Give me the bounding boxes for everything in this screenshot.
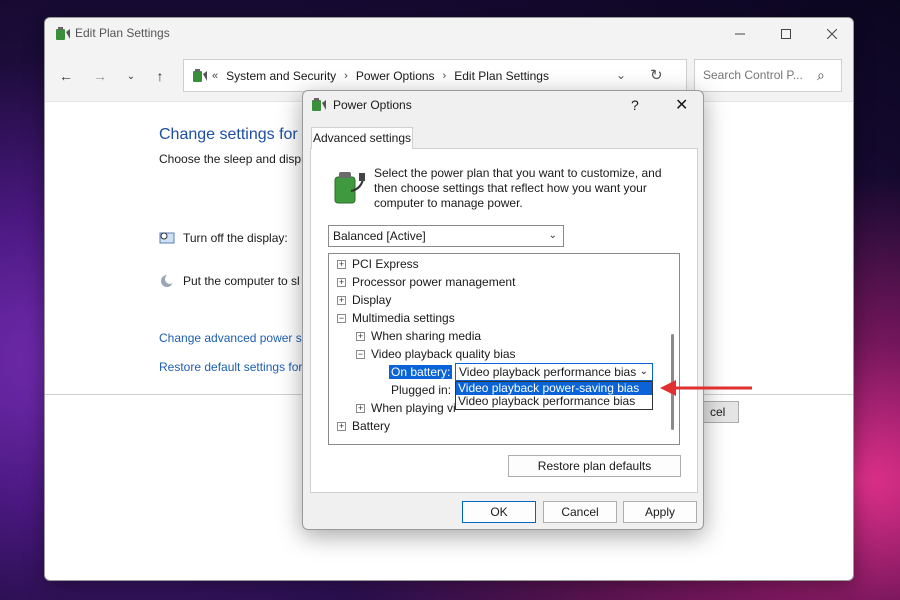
option-power-saving-bias[interactable]: Video playback power-saving bias — [456, 382, 652, 395]
option-performance-bias[interactable]: Video playback performance bias — [456, 395, 652, 408]
tree-item-sharing-media[interactable]: + When sharing media — [356, 328, 481, 344]
tree-item-multimedia[interactable]: − Multimedia settings — [337, 310, 455, 326]
expand-icon[interactable]: + — [337, 277, 346, 287]
page-title: Change settings for t — [159, 126, 307, 143]
search-icon[interactable]: ⌕ — [817, 67, 825, 84]
breadcrumb-edit-plan-settings[interactable]: Edit Plan Settings — [454, 69, 549, 83]
help-button[interactable]: ? — [631, 97, 639, 113]
window-title: Edit Plan Settings — [75, 26, 170, 40]
tree-label: When sharing media — [371, 329, 482, 343]
apply-button[interactable]: Apply — [623, 501, 697, 523]
search-box[interactable]: ⌕ — [694, 59, 842, 92]
chevron-down-icon: ⌄ — [639, 366, 648, 377]
search-input[interactable] — [703, 68, 815, 82]
moon-icon — [161, 274, 175, 287]
up-button[interactable]: ↑ — [148, 64, 172, 88]
tree-item-battery[interactable]: + Battery — [337, 418, 390, 434]
dialog-title: Power Options — [333, 98, 412, 112]
forward-button[interactable]: → — [88, 64, 112, 88]
plugged-in-label: Plugged in: — [391, 383, 452, 397]
plan-select[interactable]: Balanced [Active] ⌄ — [328, 225, 564, 247]
chevron-right-icon: › — [442, 70, 447, 82]
cancel-button[interactable]: Cancel — [543, 501, 617, 523]
title-bar: Edit Plan Settings — [45, 18, 853, 50]
minimize-button[interactable] — [717, 18, 763, 50]
tree-item-playing-video[interactable]: + When playing vi — [356, 400, 456, 416]
collapse-icon[interactable]: − — [356, 349, 365, 359]
power-options-dialog: Power Options ? ✕ Advanced settings Sele… — [302, 90, 704, 530]
power-options-icon — [56, 27, 70, 40]
expand-icon[interactable]: + — [356, 331, 365, 341]
expand-icon[interactable]: + — [356, 403, 365, 413]
on-battery-label: On battery: — [389, 365, 453, 379]
tab-advanced-settings[interactable]: Advanced settings — [311, 127, 413, 149]
page-subtitle: Choose the sleep and displ — [159, 152, 304, 166]
sleep-setting-row: Put the computer to sl — [159, 273, 300, 289]
tree-item-pci-express[interactable]: + PCI Express — [337, 256, 419, 272]
restore-defaults-link[interactable]: Restore default settings for — [159, 360, 302, 374]
chevron-right-icon: › — [344, 70, 348, 82]
tree-item-display[interactable]: + Display — [337, 292, 391, 308]
plan-select-value: Balanced [Active] — [333, 229, 426, 243]
arrow-up-icon: ↑ — [156, 68, 164, 84]
power-options-icon — [312, 98, 326, 111]
battery-plug-icon — [334, 172, 365, 204]
tree-label: Display — [352, 293, 392, 307]
recent-locations-button[interactable]: ⌄ — [119, 64, 143, 88]
dialog-close-icon[interactable]: ✕ — [675, 95, 688, 115]
red-arrow-annotation — [660, 380, 752, 396]
close-button[interactable] — [809, 18, 853, 50]
breadcrumb-overflow[interactable]: « — [212, 70, 218, 82]
expand-icon[interactable]: + — [337, 259, 346, 269]
tree-item-video-bias[interactable]: − Video playback quality bias — [356, 346, 516, 362]
change-advanced-link[interactable]: Change advanced power se — [159, 331, 308, 345]
tree-label: Battery — [352, 419, 391, 433]
back-button[interactable]: ← — [54, 64, 78, 88]
tree-scrollbar[interactable] — [667, 256, 679, 442]
restore-plan-defaults-button[interactable]: Restore plan defaults — [508, 455, 681, 477]
expand-icon[interactable]: + — [337, 421, 346, 431]
ok-button[interactable]: OK — [462, 501, 536, 523]
arrow-right-icon: → — [93, 68, 107, 84]
breadcrumb-power-options[interactable]: Power Options — [356, 69, 435, 83]
tree-label: Processor power management — [352, 275, 516, 289]
intro-text: Select the power plan that you want to c… — [374, 166, 662, 210]
sleep-setting-label: Put the computer to sl — [183, 274, 300, 288]
advanced-settings-panel: Select the power plan that you want to c… — [310, 148, 698, 493]
refresh-icon[interactable]: ↻ — [650, 66, 663, 84]
arrow-left-icon: ← — [59, 68, 73, 84]
settings-tree: + PCI Express + Processor power management… — [328, 253, 680, 445]
breadcrumb-system-security[interactable]: System and Security — [226, 69, 336, 83]
chevron-down-icon: ⌄ — [548, 230, 557, 241]
minimize-icon — [735, 33, 745, 35]
display-setting-row: Turn off the display: — [159, 230, 288, 246]
address-bar[interactable]: « System and Security › Power Options › … — [183, 59, 687, 92]
control-panel-icon — [193, 69, 207, 82]
tree-label: Multimedia settings — [352, 311, 455, 325]
expand-icon[interactable]: + — [337, 295, 346, 305]
breadcrumb: « System and Security › Power Options › … — [212, 69, 549, 83]
tree-item-on-battery[interactable]: On battery: — [389, 364, 453, 380]
on-battery-select[interactable]: Video playback performance bias ⌄ — [455, 363, 653, 381]
display-setting-label: Turn off the display: — [183, 231, 288, 245]
tree-item-processor[interactable]: + Processor power management — [337, 274, 515, 290]
tree-item-plugged-in[interactable]: Plugged in: — [391, 382, 451, 398]
bias-dropdown-list: Video playback power-saving bias Video p… — [455, 381, 653, 410]
address-dropdown-icon[interactable]: ⌄ — [616, 68, 626, 82]
monitor-clock-icon — [159, 232, 175, 244]
tree-label: When playing vi — [371, 401, 456, 415]
tree-label: Video playback quality bias — [371, 347, 516, 361]
dialog-title-bar: Power Options — [311, 97, 412, 113]
collapse-icon[interactable]: − — [337, 313, 346, 323]
maximize-button[interactable] — [763, 18, 809, 50]
on-battery-select-value: Video playback performance bias — [459, 365, 637, 379]
tree-label: PCI Express — [352, 257, 419, 271]
close-icon — [827, 29, 837, 39]
maximize-icon — [781, 29, 791, 39]
chevron-down-icon: ⌄ — [126, 70, 136, 82]
